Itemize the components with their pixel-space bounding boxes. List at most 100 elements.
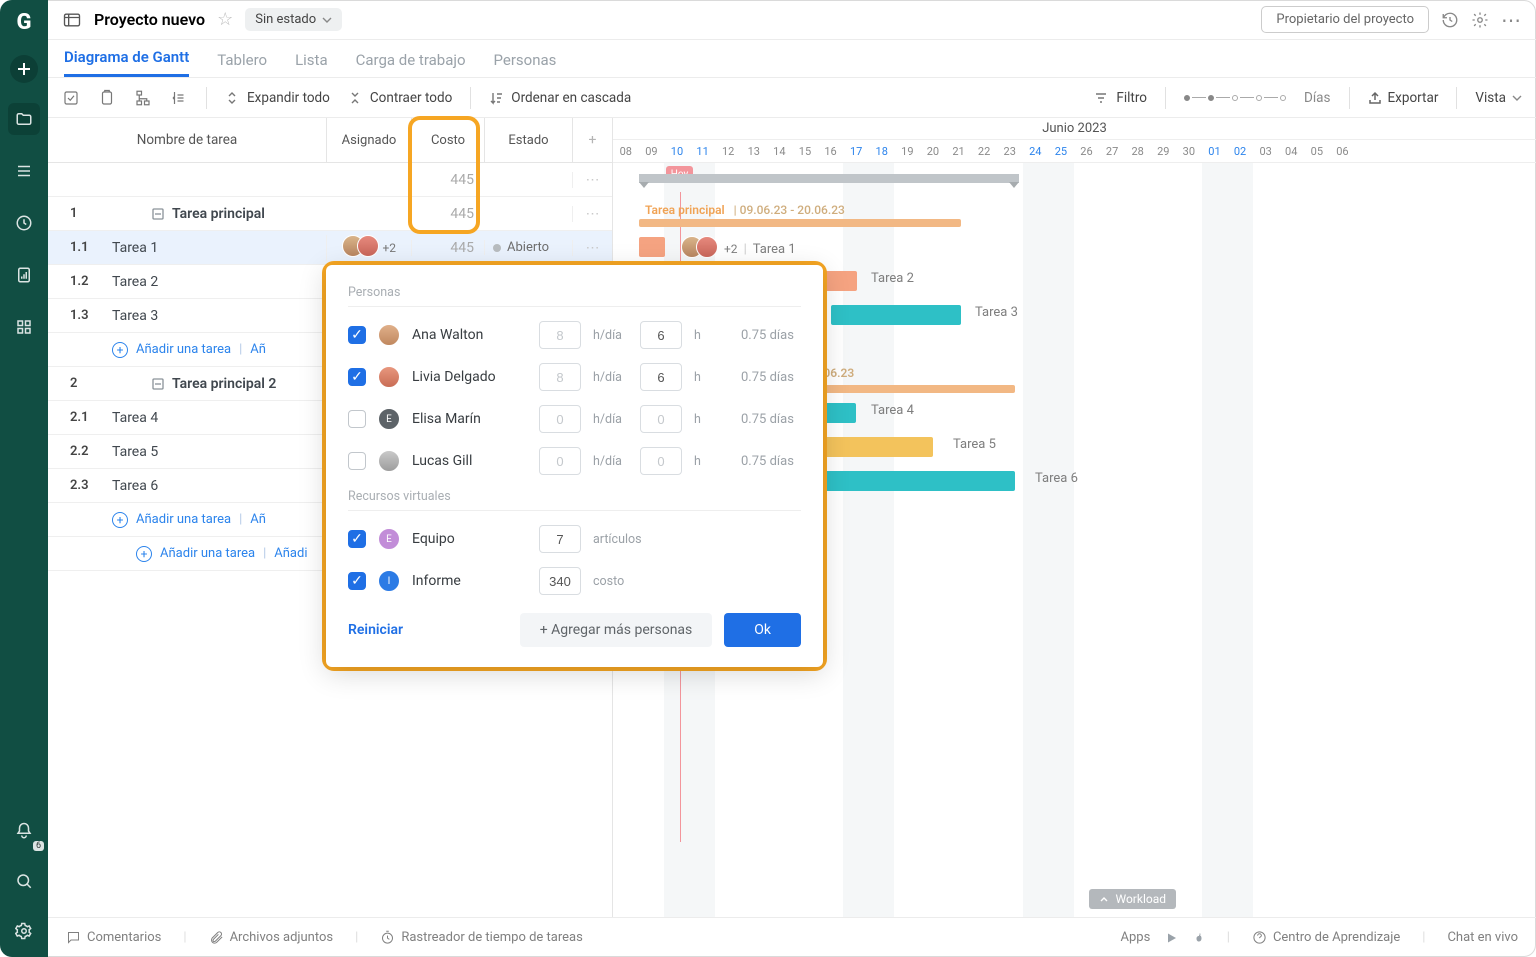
project-icon xyxy=(62,10,82,30)
section-virtual: Recursos virtuales xyxy=(348,489,801,511)
hours-per-day-input[interactable] xyxy=(539,447,581,475)
person-checkbox[interactable]: ✓ xyxy=(348,326,366,344)
paste-icon[interactable] xyxy=(98,89,116,107)
view-dropdown[interactable]: Vista xyxy=(1475,90,1522,106)
resource-row: ✓ I Informe costo xyxy=(348,567,801,595)
chat-button[interactable]: Chat en vivo xyxy=(1447,930,1518,945)
amount-input[interactable] xyxy=(539,567,581,595)
hours-per-day-input[interactable] xyxy=(539,321,581,349)
list-icon[interactable] xyxy=(8,155,40,187)
column-cost[interactable]: Costo xyxy=(411,118,484,162)
create-button[interactable] xyxy=(10,55,38,83)
config-icon[interactable] xyxy=(1471,11,1489,29)
person-row: ✓ Ana Walton h/día h 0.75 días xyxy=(348,321,801,349)
zoom-slider[interactable] xyxy=(1184,95,1286,101)
app-left-rail: G xyxy=(0,0,48,957)
clock-icon[interactable] xyxy=(8,207,40,239)
zoom-label: Días xyxy=(1304,90,1331,106)
row-menu[interactable]: ⋯ xyxy=(572,206,612,222)
hours-per-day-input[interactable] xyxy=(539,363,581,391)
tab-board[interactable]: Tablero xyxy=(217,51,267,77)
resource-row: ✓ E Equipo artículos xyxy=(348,525,801,553)
notification-icon[interactable] xyxy=(8,815,40,847)
indent-icon[interactable] xyxy=(170,89,188,107)
resource-checkbox[interactable]: ✓ xyxy=(348,572,366,590)
tab-gantt[interactable]: Diagrama de Gantt xyxy=(64,48,189,77)
add-icon: + xyxy=(112,342,128,358)
month-header: Junio 2023 xyxy=(613,118,1536,140)
search-icon[interactable] xyxy=(8,865,40,897)
status-label: Sin estado xyxy=(255,12,316,27)
select-all-icon[interactable] xyxy=(62,89,80,107)
chevron-down-icon xyxy=(322,15,332,25)
column-name[interactable]: Nombre de tarea xyxy=(48,118,326,162)
grid-header-row: Nombre de tarea Asignado Costo Estado + xyxy=(48,118,612,163)
gantt-bar[interactable] xyxy=(831,305,961,325)
project-title[interactable]: Proyecto nuevo xyxy=(94,10,205,29)
hierarchy-icon[interactable] xyxy=(134,89,152,107)
hours-input[interactable] xyxy=(640,321,682,349)
hours-input[interactable] xyxy=(640,405,682,433)
task-row[interactable]: 1.1 Tarea 1 +2 445 Abierto ⋯ xyxy=(48,231,612,265)
amount-input[interactable] xyxy=(539,525,581,553)
tab-people[interactable]: Personas xyxy=(494,51,557,77)
assignment-popup-highlight: Personas ✓ Ana Walton h/día h 0.75 días … xyxy=(322,261,827,671)
comments-button[interactable]: Comentarios xyxy=(66,930,161,945)
filter-button[interactable]: Filtro xyxy=(1094,90,1147,106)
gantt-bar-project[interactable] xyxy=(639,174,1019,183)
folder-icon[interactable] xyxy=(8,103,40,135)
attachments-button[interactable]: Archivos adjuntos xyxy=(209,930,334,945)
tab-workload[interactable]: Carga de trabajo xyxy=(356,51,466,77)
expand-all-button[interactable]: Expandir todo xyxy=(225,90,330,106)
learn-center-button[interactable]: Centro de Aprendizaje xyxy=(1252,930,1400,945)
section-people: Personas xyxy=(348,285,801,307)
status-dropdown[interactable]: Sin estado xyxy=(245,8,342,31)
owner-button[interactable]: Propietario del proyecto xyxy=(1261,6,1429,33)
project-header: Proyecto nuevo ☆ Sin estado Propietario … xyxy=(48,0,1536,40)
assignee-avatars[interactable] xyxy=(342,235,379,261)
grid-icon[interactable] xyxy=(8,311,40,343)
add-column-button[interactable]: + xyxy=(572,118,612,162)
hours-input[interactable] xyxy=(640,447,682,475)
collapse-icon[interactable] xyxy=(152,378,164,390)
history-icon[interactable] xyxy=(1441,11,1459,29)
hours-per-day-input[interactable] xyxy=(539,405,581,433)
add-more-people-button[interactable]: + Agregar más personas xyxy=(520,613,713,647)
apps-button[interactable]: Apps xyxy=(1121,930,1205,945)
collapse-all-button[interactable]: Contraer todo xyxy=(348,90,452,106)
column-status[interactable]: Estado xyxy=(484,118,572,162)
person-row: ✓ Livia Delgado h/día h 0.75 días xyxy=(348,363,801,391)
gantt-bar[interactable] xyxy=(639,237,665,257)
bottom-bar: Comentarios | Archivos adjuntos | Rastre… xyxy=(48,917,1536,957)
reset-button[interactable]: Reiniciar xyxy=(348,622,403,638)
resource-checkbox[interactable]: ✓ xyxy=(348,530,366,548)
view-tabs: Diagrama de Gantt Tablero Lista Carga de… xyxy=(48,40,1536,78)
row-menu[interactable]: ⋯ xyxy=(572,172,612,188)
person-checkbox[interactable] xyxy=(348,410,366,428)
cascade-sort-button[interactable]: Ordenar en cascada xyxy=(489,90,631,106)
assignment-popup: Personas ✓ Ana Walton h/día h 0.75 días … xyxy=(326,265,823,667)
column-assigned[interactable]: Asignado xyxy=(326,118,411,162)
row-menu[interactable]: ⋯ xyxy=(572,240,612,256)
app-logo: G xyxy=(17,10,32,35)
parent-label: .06.23 xyxy=(820,366,854,380)
time-tracker-button[interactable]: Rastreador de tiempo de tareas xyxy=(380,930,583,945)
report-icon[interactable] xyxy=(8,259,40,291)
tab-list[interactable]: Lista xyxy=(295,51,328,77)
export-button[interactable]: Exportar xyxy=(1368,90,1439,106)
star-icon[interactable]: ☆ xyxy=(217,9,233,30)
hours-input[interactable] xyxy=(640,363,682,391)
person-row: E Elisa Marín h/día h 0.75 días xyxy=(348,405,801,433)
person-checkbox[interactable] xyxy=(348,452,366,470)
ok-button[interactable]: Ok xyxy=(724,613,801,647)
person-checkbox[interactable]: ✓ xyxy=(348,368,366,386)
collapse-icon[interactable] xyxy=(152,208,164,220)
more-icon[interactable]: ⋯ xyxy=(1501,8,1522,32)
task-row[interactable]: 1 Tarea principal 445 ⋯ xyxy=(48,197,612,231)
workload-toggle[interactable]: Workload xyxy=(1089,889,1176,909)
parent-label: Tarea principal | 09.06.23 - 20.06.23 xyxy=(645,203,845,217)
settings-icon[interactable] xyxy=(8,915,40,947)
person-row: Lucas Gill h/día h 0.75 días xyxy=(348,447,801,475)
toolbar: Expandir todo Contraer todo Ordenar en c… xyxy=(48,78,1536,118)
gantt-bar-parent[interactable] xyxy=(639,219,961,227)
